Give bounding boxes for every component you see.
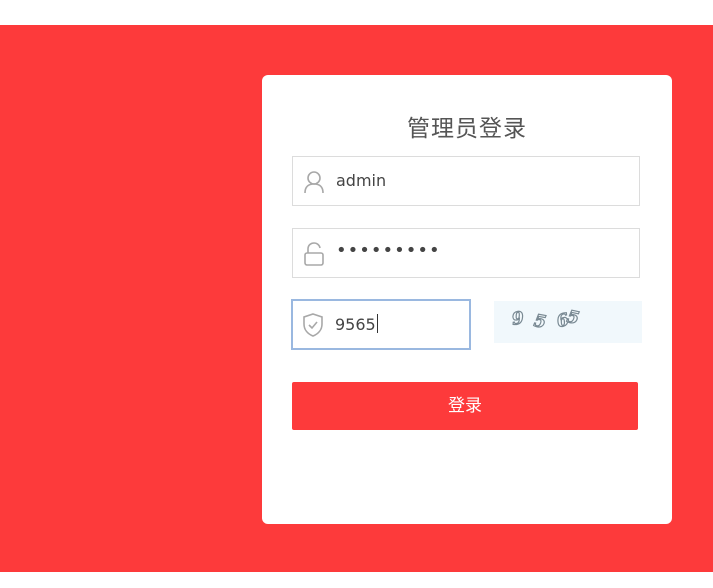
- login-button[interactable]: 登录: [292, 382, 638, 430]
- bottom-strip: [0, 572, 713, 588]
- login-title: 管理员登录: [407, 116, 527, 142]
- login-card: 管理员登录 admin ••••••••• 9565 9 5 6 5 登录: [262, 75, 672, 524]
- captcha-digit: 5: [532, 311, 548, 334]
- password-field[interactable]: •••••••••: [292, 228, 640, 278]
- username-value: admin: [336, 171, 387, 190]
- captcha-value-wrap: 9565: [335, 314, 378, 335]
- shield-check-icon: [302, 313, 324, 337]
- captcha-digit: 9: [510, 308, 526, 331]
- lock-icon: [303, 242, 325, 266]
- text-caret: [376, 314, 378, 333]
- user-icon: [303, 170, 325, 194]
- username-field[interactable]: admin: [292, 156, 640, 206]
- top-strip: [0, 0, 713, 25]
- captcha-digit: 5: [564, 306, 581, 330]
- captcha-value: 9565: [335, 315, 376, 334]
- password-value: •••••••••: [336, 240, 441, 261]
- captcha-field[interactable]: 9565: [291, 299, 471, 350]
- captcha-image[interactable]: 9 5 6 5: [494, 301, 642, 343]
